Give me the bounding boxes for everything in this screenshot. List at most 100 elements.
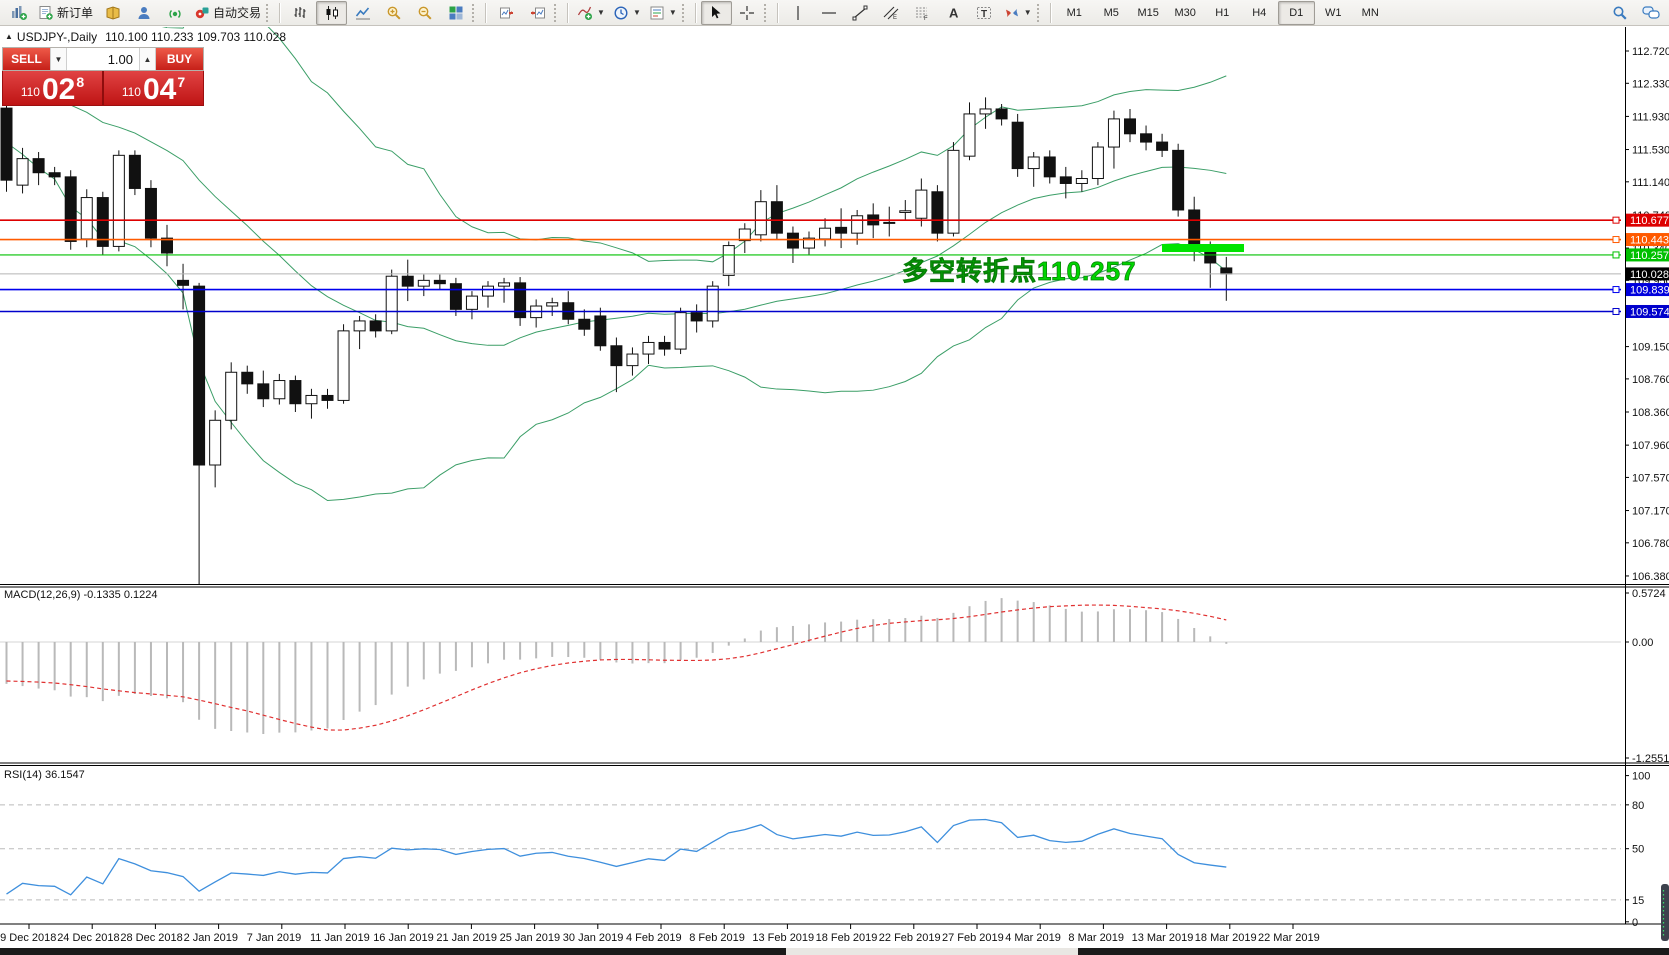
svg-text:13 Mar 2019: 13 Mar 2019	[1132, 932, 1194, 944]
bid-price-button[interactable]: 110 02 8	[3, 71, 104, 105]
price-line-labels: 110.677 110.443 110.257 110.028 109.839 109.5…	[1626, 213, 1669, 318]
tf-mn-label: MN	[1361, 6, 1379, 19]
channel-button[interactable]: E	[876, 1, 907, 25]
toolbar-grip	[554, 3, 560, 22]
bid-price-pip: 8	[76, 74, 85, 90]
indicators-icon	[577, 5, 593, 21]
volume-decrease-button[interactable]: ▼	[50, 48, 67, 70]
svg-text:106.780: 106.780	[1632, 538, 1669, 550]
chat-icon	[1641, 5, 1660, 21]
periods-button[interactable]: ▼	[609, 1, 645, 25]
tf-m1[interactable]: M1	[1056, 1, 1093, 25]
template-icon	[649, 5, 665, 21]
svg-text:-1.2551: -1.2551	[1632, 753, 1669, 765]
tf-d1-label: D1	[1289, 6, 1304, 19]
volume-increase-button[interactable]: ▲	[139, 48, 156, 70]
tf-m30[interactable]: M30	[1167, 1, 1204, 25]
tile-windows-button[interactable]	[440, 1, 471, 25]
cursor-icon	[708, 5, 724, 21]
text-button[interactable]: A	[938, 1, 969, 25]
pivot-line[interactable]	[0, 251, 1621, 259]
bar-chart-button[interactable]	[285, 1, 316, 25]
collapse-chart-icon[interactable]: ▲	[5, 32, 13, 41]
buy-button[interactable]: BUY	[156, 48, 203, 70]
ask-price-button[interactable]: 110 04 7	[104, 71, 203, 105]
svg-text:111.930: 111.930	[1632, 111, 1669, 123]
zoom-out-button[interactable]	[409, 1, 440, 25]
tf-w1[interactable]: W1	[1315, 1, 1352, 25]
crosshair-icon	[739, 5, 755, 21]
dropdown-arrow-icon[interactable]: ▼	[669, 8, 677, 17]
ask-price-main: 04	[142, 73, 177, 106]
candlestick-chart-button[interactable]	[316, 0, 348, 25]
new-order-button[interactable]: 新订单	[34, 1, 97, 25]
pivot-highlight-bar[interactable]	[1162, 244, 1244, 252]
chart-shift-button[interactable]	[522, 1, 553, 25]
bottom-window-strip	[0, 948, 1669, 955]
svg-text:4 Mar 2019: 4 Mar 2019	[1005, 932, 1061, 944]
autotrading-button[interactable]: 自动交易	[190, 1, 265, 25]
zoomout-icon	[417, 5, 433, 21]
support-line-2[interactable]	[0, 307, 1621, 315]
profiles-button[interactable]	[97, 1, 128, 25]
svg-text:106.380: 106.380	[1632, 571, 1669, 583]
chart-canvas[interactable]: 多空转折点110.257 112.720 112.330 111.930 111.530…	[0, 0, 1669, 955]
new-order-button-label: 新订单	[57, 6, 94, 20]
tf-d1[interactable]: D1	[1277, 0, 1315, 25]
bars-icon	[293, 5, 309, 21]
svg-text:4 Feb 2019: 4 Feb 2019	[626, 932, 682, 944]
cursor-button[interactable]	[700, 0, 732, 25]
text-label-button[interactable]: T	[969, 1, 1000, 25]
tline-icon	[852, 5, 868, 21]
new-chart-button[interactable]	[3, 1, 34, 25]
vertical-line-button[interactable]	[783, 1, 814, 25]
dropdown-arrow-icon[interactable]: ▼	[597, 8, 605, 17]
tf-m15[interactable]: M15	[1130, 1, 1167, 25]
market-watch-button[interactable]	[128, 1, 159, 25]
crosshair-button[interactable]	[732, 1, 763, 25]
svg-text:109.839: 109.839	[1630, 285, 1669, 297]
sell-button[interactable]: SELL	[3, 48, 50, 70]
templates-button[interactable]: ▼	[645, 1, 681, 25]
line-chart-button[interactable]	[347, 1, 378, 25]
dropdown-arrow-icon[interactable]: ▼	[1024, 8, 1032, 17]
time-axis[interactable]: 19 Dec 2018 24 Dec 2018 28 Dec 2018 2 Jan 2…	[0, 924, 1320, 944]
toolbar-grip	[1036, 3, 1043, 22]
rsi-line	[6, 818, 1227, 896]
mt4-window: 新订单 自动交易 ▼ ▼ ▼ E F A T ▼ M1 M5 M15 M30 H1 H4 D1 W1 MN 多空转折…	[0, 0, 1669, 955]
tf-m15-label: M15	[1137, 6, 1159, 19]
trendline-button[interactable]	[845, 1, 876, 25]
panel-separators[interactable]	[0, 584, 1669, 925]
side-widget-handle[interactable]	[1661, 884, 1669, 941]
tf-h1[interactable]: H1	[1204, 1, 1241, 25]
toolbar-separator	[776, 2, 779, 23]
chartshift-icon	[530, 5, 546, 21]
tiles-icon	[448, 5, 464, 21]
symbol-period-label: USDJPY-,Daily	[16, 30, 98, 44]
signal-icon	[167, 5, 183, 21]
auto-scroll-button[interactable]	[491, 1, 522, 25]
svg-text:7 Jan 2019: 7 Jan 2019	[247, 932, 301, 944]
support-line-1[interactable]	[0, 286, 1621, 294]
textT-icon: T	[976, 5, 992, 21]
dropdown-arrow-icon[interactable]: ▼	[633, 8, 641, 17]
fibonacci-button[interactable]: F	[907, 1, 938, 25]
annotation-text[interactable]: 多空转折点110.257	[902, 256, 1137, 287]
tf-mn[interactable]: MN	[1352, 1, 1389, 25]
svg-text:111.140: 111.140	[1632, 177, 1669, 189]
indicators-button[interactable]: ▼	[573, 1, 609, 25]
autotrading-button-label: 自动交易	[213, 6, 262, 20]
tf-m5[interactable]: M5	[1093, 1, 1130, 25]
horizontal-line-button[interactable]	[814, 1, 845, 25]
tf-h4[interactable]: H4	[1241, 1, 1278, 25]
svg-text:111.530: 111.530	[1632, 145, 1669, 157]
arrows-button[interactable]: ▼	[1000, 1, 1036, 25]
signals-button[interactable]	[159, 1, 190, 25]
chat-button[interactable]	[1635, 1, 1666, 25]
svg-text:80: 80	[1632, 800, 1644, 812]
order-icon	[38, 5, 54, 21]
zoom-in-button[interactable]	[378, 1, 409, 25]
search-button[interactable]	[1604, 1, 1635, 25]
svg-text:8 Mar 2019: 8 Mar 2019	[1068, 932, 1124, 944]
volume-input[interactable]	[67, 48, 139, 70]
